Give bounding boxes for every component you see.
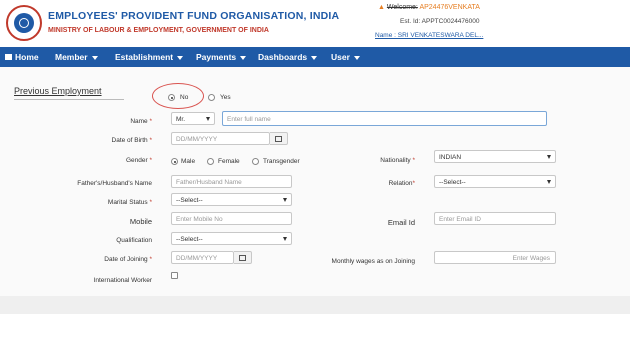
relation-label: Relation* <box>388 180 415 187</box>
prev-employment-no-label: No <box>180 94 189 101</box>
welcome-value: AP24476VENKATA <box>419 4 480 11</box>
annotation-circle <box>152 83 204 109</box>
org-title: EMPLOYEES' PROVIDENT FUND ORGANISATION, … <box>48 10 340 22</box>
father-name-label: Father's/Husband's Name <box>77 180 152 187</box>
nav-user-label: User <box>331 52 350 62</box>
caret-down-icon <box>311 55 318 60</box>
welcome-label: Welcome: <box>386 4 418 11</box>
doj-calendar-button[interactable] <box>234 251 252 264</box>
caret-down-icon <box>353 55 360 60</box>
nav-establishment-label: Establishment <box>115 52 174 62</box>
dob-input[interactable]: DD/MM/YYYY <box>171 132 270 145</box>
section-divider <box>14 99 124 100</box>
establishment-id: Est. Id: APPTC0024476000 <box>400 18 480 25</box>
caret-down-icon <box>91 55 98 60</box>
doj-input[interactable]: DD/MM/YYYY <box>171 251 234 264</box>
wages-input[interactable]: Enter Wages <box>434 251 556 264</box>
welcome-text: ▲ Welcome: AP24476VENKATA <box>378 4 480 11</box>
nationality-select[interactable]: INDIAN <box>434 150 556 163</box>
dob-calendar-button[interactable] <box>270 132 288 145</box>
gender-male-label: Male <box>181 158 196 165</box>
international-worker-label: International Worker <box>93 277 152 284</box>
chevron-down-icon <box>206 117 210 121</box>
qualification-select[interactable]: --Select-- <box>171 232 292 245</box>
bell-icon: ▲ <box>378 4 385 11</box>
nav-home-label: Home <box>15 52 39 62</box>
chevron-down-icon <box>283 198 287 202</box>
gender-label: Gender * <box>125 157 152 164</box>
caret-down-icon <box>240 55 247 60</box>
form-area <box>0 67 630 310</box>
qualification-label: Qualification <box>116 237 152 244</box>
email-input[interactable]: Enter Email ID <box>434 212 556 225</box>
org-subtitle: MINISTRY OF LABOUR & EMPLOYMENT, GOVERNM… <box>48 27 269 34</box>
gender-female-label: Female <box>218 158 240 165</box>
prev-employment-no-radio[interactable] <box>168 94 175 101</box>
marital-status-select[interactable]: --Select-- <box>171 193 292 206</box>
nav-user[interactable]: User <box>331 47 360 67</box>
dob-label: Date of Birth * <box>111 137 152 144</box>
gender-transgender-label: Transgender <box>263 158 300 165</box>
prev-employment-yes-label: Yes <box>220 94 231 101</box>
calendar-icon <box>239 255 246 261</box>
father-name-input[interactable]: Father/Husband Name <box>171 175 292 188</box>
doj-label: Date of Joining * <box>104 256 152 263</box>
calendar-icon <box>275 136 282 142</box>
nav-member-label: Member <box>55 52 88 62</box>
chevron-down-icon <box>283 237 287 241</box>
email-label: Email Id <box>387 218 415 227</box>
nationality-label: Nationality * <box>380 157 415 164</box>
marital-status-label: Marital Status * <box>107 199 152 206</box>
footer-band <box>0 296 630 314</box>
salutation-select[interactable]: Mr. <box>171 112 215 125</box>
wages-label: Monthly wages as on Joining <box>331 258 415 265</box>
home-icon <box>5 53 12 60</box>
chevron-down-icon <box>547 180 551 184</box>
mobile-input[interactable]: Enter Mobile No <box>171 212 292 225</box>
full-name-input[interactable]: Enter full name <box>222 111 547 126</box>
section-title: Previous Employment <box>14 86 102 96</box>
user-name-link[interactable]: Name : SRI VENKATESWARA DEL... <box>375 32 483 39</box>
relation-select[interactable]: --Select-- <box>434 175 556 188</box>
name-label: Name * <box>130 118 152 125</box>
nav-dashboards-label: Dashboards <box>258 52 308 62</box>
gender-male-radio[interactable] <box>171 158 178 165</box>
epfo-logo <box>6 5 42 41</box>
gender-female-radio[interactable] <box>207 158 214 165</box>
nav-home[interactable]: Home <box>5 47 39 67</box>
prev-employment-yes-radio[interactable] <box>208 94 215 101</box>
chevron-down-icon <box>547 155 551 159</box>
main-nav: Home Member Establishment Payments Dashb… <box>0 47 630 67</box>
nav-member[interactable]: Member <box>55 47 98 67</box>
caret-down-icon <box>177 55 184 60</box>
mobile-label: Mobile <box>129 217 152 226</box>
gender-transgender-radio[interactable] <box>252 158 259 165</box>
nav-payments-label: Payments <box>196 52 237 62</box>
nav-establishment[interactable]: Establishment <box>115 47 184 67</box>
international-worker-checkbox[interactable] <box>171 272 178 279</box>
nav-dashboards[interactable]: Dashboards <box>258 47 318 67</box>
nav-payments[interactable]: Payments <box>196 47 247 67</box>
site-header: EMPLOYEES' PROVIDENT FUND ORGANISATION, … <box>0 0 630 47</box>
